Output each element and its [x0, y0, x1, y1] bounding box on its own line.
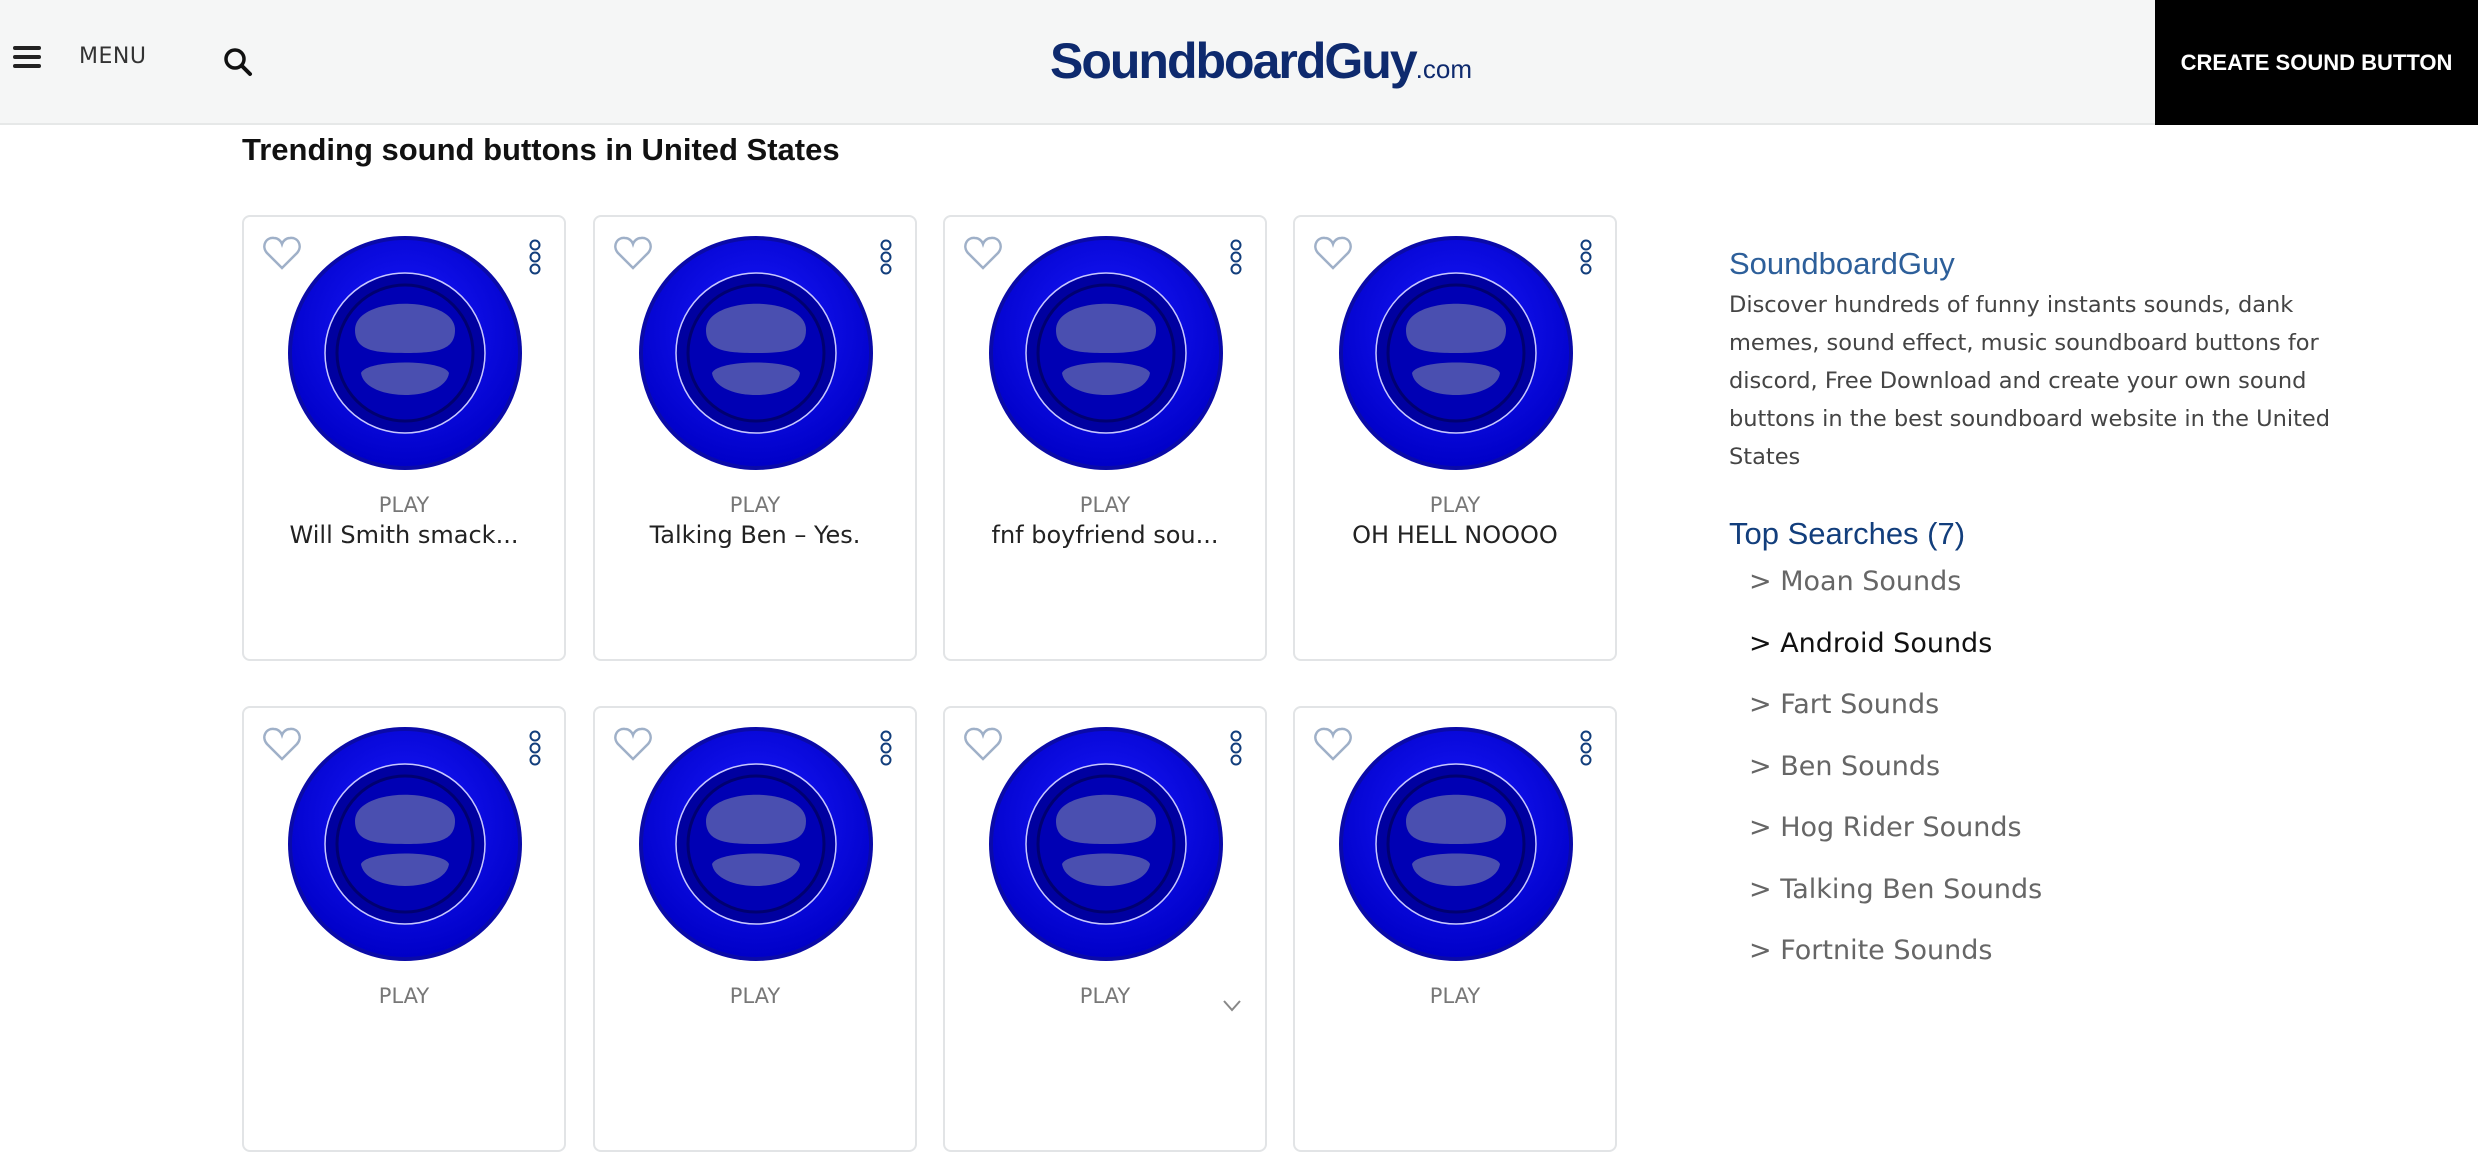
top-search-link[interactable]: > Moan Sounds — [1729, 566, 2389, 628]
top-searches-title: Top Searches (7) — [1729, 516, 1966, 551]
site-logo[interactable]: SoundboardGuy.com — [1050, 32, 1472, 90]
logo-text: SoundboardGuy — [1050, 33, 1418, 89]
play-sound-button[interactable] — [1338, 235, 1574, 471]
top-search-link[interactable]: > Talking Ben Sounds — [1729, 874, 2389, 936]
more-options-icon[interactable] — [1579, 239, 1593, 275]
sound-name[interactable]: fnf boyfriend sou... — [955, 521, 1255, 549]
play-label[interactable]: PLAY — [945, 984, 1265, 1008]
logo-tld: .com — [1415, 54, 1472, 84]
more-options-icon[interactable] — [1229, 730, 1243, 766]
create-sound-button[interactable]: CREATE SOUND BUTTON — [2155, 0, 2478, 125]
more-options-icon[interactable] — [1579, 730, 1593, 766]
sidebar: SoundboardGuy Discover hundreds of funny… — [1729, 246, 2389, 997]
sound-card: PLAY — [242, 706, 566, 1152]
hamburger-icon — [13, 45, 41, 68]
top-search-link[interactable]: > Fortnite Sounds — [1729, 935, 2389, 997]
search-icon[interactable] — [222, 46, 254, 78]
more-options-icon[interactable] — [528, 239, 542, 275]
play-label[interactable]: PLAY — [244, 984, 564, 1008]
sidebar-brand: SoundboardGuy — [1729, 246, 1955, 281]
sidebar-description: Discover hundreds of funny instants soun… — [1729, 292, 2331, 470]
sound-name[interactable]: OH HELL NOOOO — [1305, 521, 1605, 549]
sound-card: PLAY Will Smith smack... — [242, 215, 566, 661]
menu-label: MENU — [79, 44, 147, 69]
play-label[interactable]: PLAY — [1295, 984, 1615, 1008]
play-sound-button[interactable] — [1338, 726, 1574, 962]
play-label[interactable]: PLAY — [945, 493, 1265, 517]
play-label[interactable]: PLAY — [595, 493, 915, 517]
play-label[interactable]: PLAY — [595, 984, 915, 1008]
sound-card: PLAY fnf boyfriend sou... — [943, 215, 1267, 661]
play-sound-button[interactable] — [988, 235, 1224, 471]
play-sound-button[interactable] — [638, 235, 874, 471]
top-search-link[interactable]: > Android Sounds — [1729, 628, 2389, 690]
sound-card: PLAY Talking Ben – Yes. — [593, 215, 917, 661]
play-label[interactable]: PLAY — [1295, 493, 1615, 517]
menu-button[interactable]: MENU — [13, 44, 146, 69]
page-title: Trending sound buttons in United States — [242, 132, 840, 167]
play-sound-button[interactable] — [638, 726, 874, 962]
more-options-icon[interactable] — [528, 730, 542, 766]
header: MENU SoundboardGuy.com CREATE SOUND BUTT… — [0, 0, 2478, 125]
play-sound-button[interactable] — [988, 726, 1224, 962]
top-search-link[interactable]: > Ben Sounds — [1729, 751, 2389, 813]
sound-name[interactable]: Will Smith smack... — [254, 521, 554, 549]
more-options-icon[interactable] — [879, 730, 893, 766]
top-searches-list: > Moan Sounds > Android Sounds > Fart Soun… — [1729, 566, 2389, 997]
sound-card: PLAY OH HELL NOOOO — [1293, 215, 1617, 661]
sound-card: PLAY — [593, 706, 917, 1152]
play-label[interactable]: PLAY — [244, 493, 564, 517]
top-search-link[interactable]: > Fart Sounds — [1729, 689, 2389, 751]
sound-name[interactable]: Talking Ben – Yes. — [605, 521, 905, 549]
close-icon[interactable] — [1222, 1000, 1242, 1012]
play-sound-button[interactable] — [287, 726, 523, 962]
sound-card: PLAY — [1293, 706, 1617, 1152]
more-options-icon[interactable] — [1229, 239, 1243, 275]
top-search-link[interactable]: > Hog Rider Sounds — [1729, 812, 2389, 874]
play-sound-button[interactable] — [287, 235, 523, 471]
sound-card: PLAY — [943, 706, 1267, 1152]
more-options-icon[interactable] — [879, 239, 893, 275]
